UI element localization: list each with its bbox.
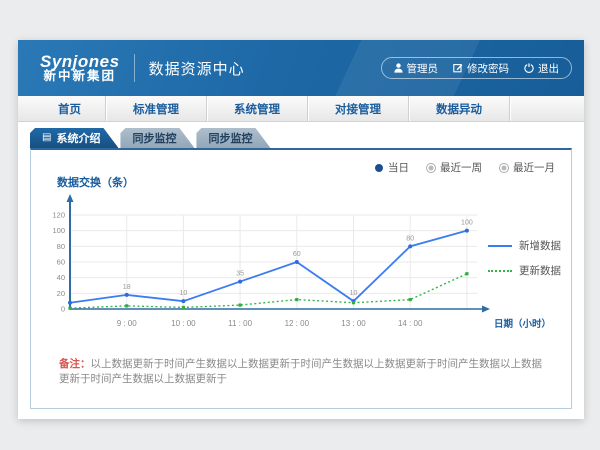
tab-sync-monitor-1[interactable]: 同步监控 bbox=[120, 128, 194, 148]
page-title: 数据资源中心 bbox=[149, 58, 245, 79]
current-user-button[interactable]: 管理员 bbox=[394, 61, 439, 76]
chart-panel: 当日 最近一周 最近一月 数据交换（条） 0 20 40 60 80 100 120 18 10… bbox=[30, 148, 572, 409]
svg-text:100: 100 bbox=[461, 220, 473, 227]
svg-text:10: 10 bbox=[350, 290, 358, 297]
period-option-0[interactable]: 当日 bbox=[375, 160, 409, 175]
svg-text:0: 0 bbox=[61, 305, 65, 314]
svg-text:18: 18 bbox=[123, 284, 131, 291]
tab-label: 同步监控 bbox=[208, 130, 252, 146]
svg-text:14 : 00: 14 : 00 bbox=[398, 319, 423, 328]
svg-text:10: 10 bbox=[180, 290, 188, 297]
period-option-label: 当日 bbox=[388, 160, 409, 175]
remark-note: 备注：以上数据更新于时间产生数据以上数据更新于时间产生数据以上数据更新于时间产生… bbox=[59, 356, 571, 386]
radio-icon bbox=[375, 164, 383, 172]
nav-item-interface-mgmt[interactable]: 对接管理 bbox=[308, 96, 409, 121]
change-password-label: 修改密码 bbox=[467, 61, 509, 76]
brand-name-en: Synjones bbox=[40, 53, 120, 71]
legend-label: 新增数据 bbox=[519, 238, 561, 253]
nav-item-system-mgmt[interactable]: 系统管理 bbox=[207, 96, 308, 121]
period-filter: 当日 最近一周 最近一月 bbox=[375, 160, 555, 175]
nav-item-data-change[interactable]: 数据异动 bbox=[409, 96, 510, 121]
radio-icon bbox=[427, 164, 435, 172]
brand-logo: Synjones 新中新集团 bbox=[40, 53, 120, 84]
nav-item-standard-mgmt[interactable]: 标准管理 bbox=[106, 96, 207, 121]
radio-icon bbox=[500, 164, 508, 172]
user-icon bbox=[394, 63, 403, 73]
svg-text:80: 80 bbox=[57, 242, 65, 251]
legend-item-updated-data[interactable]: 更新数据 bbox=[488, 263, 561, 278]
header-divider bbox=[134, 54, 135, 82]
legend-item-new-data[interactable]: 新增数据 bbox=[488, 238, 561, 253]
svg-text:60: 60 bbox=[293, 251, 301, 258]
tab-system-intro[interactable]: ▤ 系统介绍 bbox=[30, 128, 118, 148]
remark-text: 以上数据更新于时间产生数据以上数据更新于时间产生数据以上数据更新于时间产生数据以… bbox=[59, 358, 542, 385]
app-header: Synjones 新中新集团 数据资源中心 管理员 修改密码 退出 bbox=[18, 40, 584, 96]
svg-text:100: 100 bbox=[52, 226, 65, 235]
svg-text:12 : 00: 12 : 00 bbox=[285, 319, 310, 328]
tab-label: 系统介绍 bbox=[56, 130, 100, 146]
svg-text:20: 20 bbox=[57, 289, 65, 298]
tab-bar: ▤ 系统介绍 同步监控 同步监控 bbox=[30, 128, 584, 148]
change-password-button[interactable]: 修改密码 bbox=[453, 61, 509, 76]
svg-text:40: 40 bbox=[57, 273, 65, 282]
brand-name-cn: 新中新集团 bbox=[40, 70, 120, 83]
svg-text:60: 60 bbox=[57, 258, 65, 267]
remark-label: 备注： bbox=[59, 358, 91, 370]
tab-sync-monitor-2[interactable]: 同步监控 bbox=[196, 128, 270, 148]
legend-swatch-0 bbox=[488, 245, 512, 247]
logout-label: 退出 bbox=[538, 61, 559, 76]
legend-label: 更新数据 bbox=[519, 263, 561, 278]
svg-text:120: 120 bbox=[52, 211, 65, 220]
period-option-label: 最近一月 bbox=[513, 160, 555, 175]
current-user-label: 管理员 bbox=[407, 61, 439, 76]
nav-item-home[interactable]: 首页 bbox=[34, 96, 106, 121]
power-icon bbox=[524, 63, 534, 73]
logout-button[interactable]: 退出 bbox=[524, 61, 559, 76]
tab-label: 同步监控 bbox=[132, 130, 176, 146]
svg-text:35: 35 bbox=[236, 271, 244, 278]
svg-text:11 : 00: 11 : 00 bbox=[228, 319, 252, 328]
y-axis-title: 数据交换（条） bbox=[57, 174, 571, 190]
app-window: Synjones 新中新集团 数据资源中心 管理员 修改密码 退出 首页 标准管… bbox=[18, 40, 584, 419]
svg-text:13 : 00: 13 : 00 bbox=[341, 319, 366, 328]
svg-text:9 : 00: 9 : 00 bbox=[117, 319, 138, 328]
grid-icon: ▤ bbox=[42, 133, 51, 143]
main-nav: 首页 标准管理 系统管理 对接管理 数据异动 bbox=[18, 96, 584, 122]
user-toolbar: 管理员 修改密码 退出 bbox=[381, 57, 573, 79]
svg-text:10 : 00: 10 : 00 bbox=[171, 319, 196, 328]
chart-legend: 新增数据 更新数据 bbox=[488, 238, 561, 278]
legend-swatch-1 bbox=[488, 270, 512, 272]
period-option-1[interactable]: 最近一周 bbox=[427, 160, 482, 175]
svg-text:80: 80 bbox=[406, 235, 414, 242]
period-option-2[interactable]: 最近一月 bbox=[500, 160, 555, 175]
edit-icon bbox=[453, 63, 463, 73]
svg-text:日期（小时）: 日期（小时） bbox=[494, 318, 551, 330]
period-option-label: 最近一周 bbox=[440, 160, 482, 175]
